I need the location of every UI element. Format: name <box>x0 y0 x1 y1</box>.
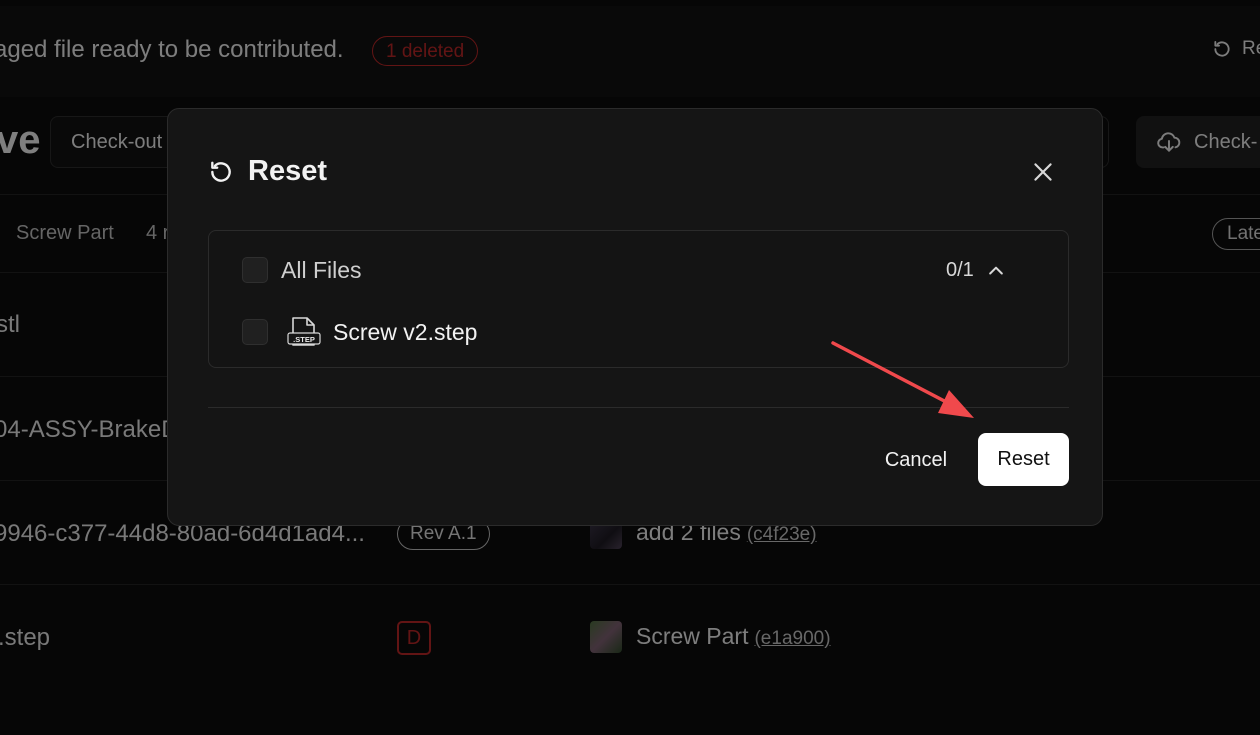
cancel-button[interactable]: Cancel <box>868 434 964 486</box>
reset-icon <box>211 161 231 182</box>
file-name: Screw v2.step <box>333 319 478 345</box>
file-type-label: .STEP <box>293 335 315 344</box>
dialog-title: Reset <box>248 155 327 187</box>
step-file-icon: .STEP <box>287 317 321 346</box>
selected-count: 0/1 <box>946 259 974 281</box>
reset-button[interactable]: Reset <box>978 433 1069 486</box>
chevron-up-icon <box>988 266 1003 274</box>
file-selection-list: All Files 0/1 .STEP Screw v2.step <box>208 230 1069 368</box>
all-files-label: All Files <box>281 257 362 283</box>
all-files-checkbox[interactable] <box>242 257 268 283</box>
collapse-toggle[interactable]: 0/1 <box>946 259 1006 282</box>
file-checkbox[interactable] <box>242 319 268 345</box>
dialog-divider <box>208 407 1069 408</box>
dialog-header: Reset <box>208 155 327 188</box>
close-icon[interactable] <box>1030 159 1056 185</box>
reset-dialog: Reset All Files 0/1 .STEP Screw v2.step … <box>167 108 1103 526</box>
